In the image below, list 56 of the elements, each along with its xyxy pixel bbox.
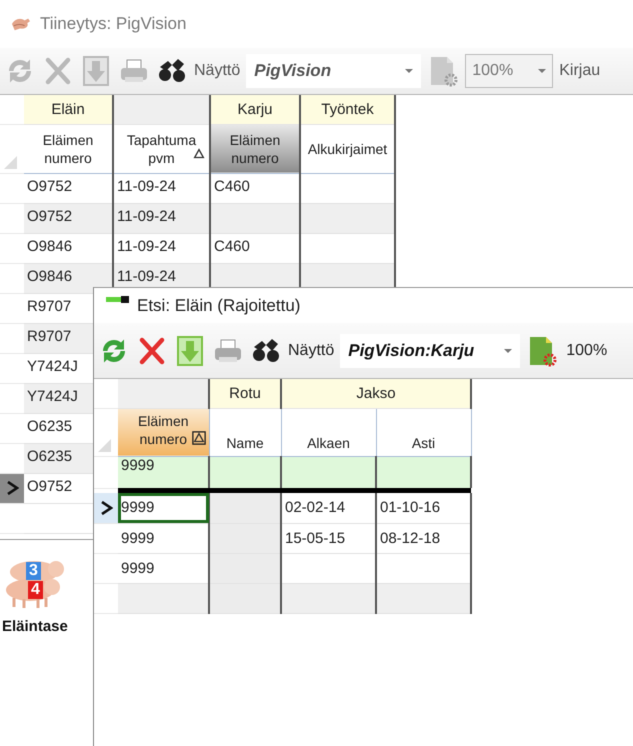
- number-badge: 4: [28, 581, 43, 599]
- table-cell: 15-05-15: [281, 523, 376, 553]
- column-header[interactable]: Tapahtuma pvm: [113, 124, 210, 173]
- column-header[interactable]: Eläimen numero: [118, 408, 209, 456]
- column-header[interactable]: Asti: [376, 408, 471, 456]
- view-label: Näyttö: [194, 62, 240, 80]
- column-group-header: Jakso: [281, 379, 471, 408]
- download-icon[interactable]: [174, 334, 206, 366]
- sort-icon: [192, 430, 206, 444]
- caret-icon: [504, 348, 512, 352]
- table-cell: [209, 523, 281, 553]
- caret-icon: [538, 69, 546, 73]
- table-cell: O9752: [24, 173, 113, 203]
- view-dropdown[interactable]: PigVision: [246, 54, 422, 88]
- table-cell: 11-09-24: [113, 203, 210, 233]
- sidebar-item[interactable]: 3 4 Eläintase: [0, 552, 80, 635]
- table-cell: C460: [210, 233, 300, 263]
- table-cell: 08-12-18: [376, 523, 471, 553]
- table-cell: 9999: [118, 523, 209, 553]
- table-cell: 01-10-16: [376, 493, 471, 523]
- table-cell: 11-09-24: [113, 173, 210, 203]
- row-header[interactable]: [94, 493, 118, 523]
- view-dropdown[interactable]: PigVision:Karju: [340, 334, 520, 368]
- column-header[interactable]: Alkukirjaimet: [300, 124, 395, 173]
- zoom-dropdown[interactable]: 100%: [564, 334, 633, 368]
- table-cell: O9752: [24, 203, 113, 233]
- number-badge: 3: [26, 562, 41, 580]
- filter-cell[interactable]: 9999: [118, 456, 209, 488]
- toolbar-label: Kirjau: [559, 62, 600, 80]
- table-cell: 9999: [118, 493, 209, 523]
- row-header[interactable]: [0, 473, 24, 503]
- table-cell: 9999: [118, 553, 209, 583]
- column-header[interactable]: Alkaen: [281, 408, 376, 456]
- table-cell: C460: [210, 173, 300, 203]
- window-title: Tiineytys: PigVision: [40, 14, 186, 34]
- filter-cell[interactable]: [281, 456, 376, 488]
- table-cell: O9846: [24, 233, 113, 263]
- column-group-header: Rotu: [209, 379, 281, 408]
- sort-icon: [192, 146, 206, 160]
- view-label: Näyttö: [288, 342, 334, 360]
- table-cell: 02-02-14: [281, 493, 376, 523]
- caret-icon: [405, 69, 414, 73]
- table-cell: O9846: [24, 263, 113, 293]
- filter-cell[interactable]: [209, 456, 281, 488]
- table-cell: 11-09-24: [113, 233, 210, 263]
- zoom-dropdown[interactable]: 100%: [465, 54, 554, 88]
- filter-cell[interactable]: [376, 456, 471, 488]
- column-header[interactable]: Eläimen numero: [210, 124, 300, 173]
- current-row-icon: [6, 480, 18, 496]
- window-title: Etsi: Eläin (Rajoitettu): [137, 296, 300, 316]
- current-row-icon: [100, 500, 112, 516]
- window-icon: [106, 296, 129, 303]
- column-group-header: Eläin: [24, 95, 113, 124]
- column-header[interactable]: Eläimen numero: [24, 124, 113, 173]
- column-group-header: Työntek: [300, 95, 395, 124]
- column-group-header: Karju: [210, 95, 300, 124]
